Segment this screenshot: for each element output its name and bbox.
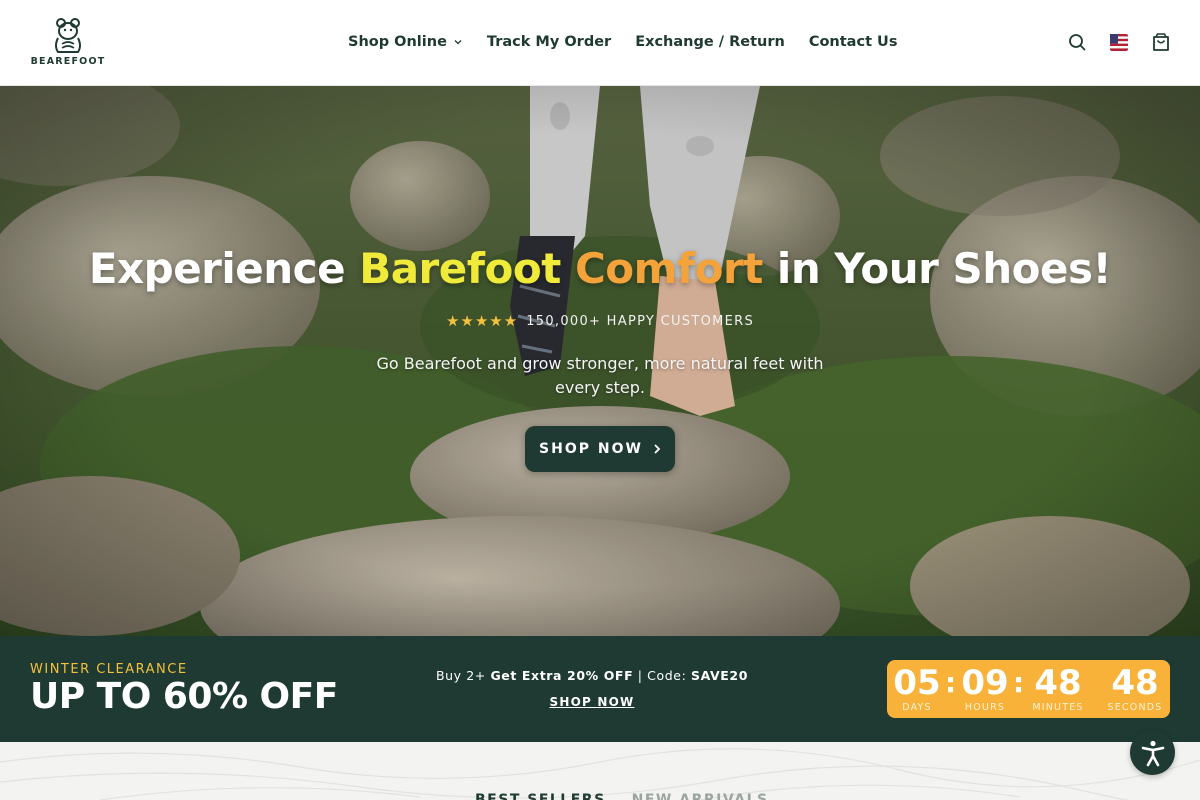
countdown-seconds-value: 48: [1111, 663, 1159, 703]
search-icon[interactable]: [1068, 32, 1086, 52]
hero-title-highlight-orange: Comfort: [574, 244, 763, 293]
nav-track-order-label: Track My Order: [486, 34, 612, 50]
countdown-minutes-value: 48: [1034, 663, 1082, 703]
countdown-seconds: 48 SECONDS: [1105, 662, 1165, 713]
accessibility-icon: [1141, 740, 1164, 766]
hero-title-part1: Experience: [88, 244, 360, 293]
countdown-timer: 05 DAYS : 09 HOURS : 48 MINUTES 48 SECON…: [887, 660, 1170, 718]
promo-kicker: WINTER CLEARANCE: [30, 662, 188, 677]
promo-bar: WINTER CLEARANCE UP TO 60% OFF Buy 2+ Ge…: [0, 636, 1200, 742]
countdown-separator: :: [1013, 666, 1025, 699]
offer-bold: Get Extra 20% OFF: [490, 668, 634, 683]
product-section: BEST SELLERS NEW ARRIVALS: [0, 742, 1200, 800]
star-rating-icon: ★★★★★: [445, 313, 519, 330]
bear-logo-icon: [55, 18, 81, 53]
offer-code: SAVE20: [690, 668, 749, 683]
main-nav: Shop Online Track My Order Exchange / Re…: [348, 30, 897, 54]
nav-shop-online-label: Shop Online: [348, 34, 447, 50]
hero-title: Experience Barefoot Comfort in Your Shoe…: [0, 244, 1200, 293]
tab-best-sellers[interactable]: BEST SELLERS: [475, 792, 606, 800]
countdown-minutes: 48 MINUTES: [1028, 662, 1088, 713]
site-header: BEAREFOOT Shop Online Track My Order Exc…: [0, 0, 1200, 86]
shopping-bag-icon[interactable]: [1152, 32, 1170, 52]
countdown-days-value: 05: [893, 663, 941, 703]
shop-now-button[interactable]: SHOP NOW: [525, 426, 675, 472]
rating-text: 150,000+ HAPPY CUSTOMERS: [526, 313, 755, 329]
hero-title-part3: in Your Shoes!: [776, 244, 1112, 293]
brand-logo[interactable]: BEAREFOOT: [30, 16, 106, 70]
hero-title-highlight-yellow: Barefoot: [359, 244, 561, 293]
chevron-down-icon: [454, 40, 462, 45]
promo-shop-now-link[interactable]: SHOP NOW: [392, 695, 792, 709]
hero-banner: Experience Barefoot Comfort in Your Shoe…: [0, 86, 1200, 636]
countdown-hours-value: 09: [961, 663, 1009, 703]
promo-headline: UP TO 60% OFF: [30, 676, 338, 717]
shop-now-label: SHOP NOW: [539, 441, 643, 457]
promo-offer: Buy 2+ Get Extra 20% OFF | Code: SAVE20: [392, 668, 792, 683]
us-flag-icon[interactable]: [1110, 34, 1128, 51]
countdown-days: 05 DAYS: [887, 662, 947, 713]
hero-subtitle: Go Bearefoot and grow stronger, more nat…: [376, 354, 824, 397]
nav-track-order[interactable]: Track My Order: [487, 30, 611, 54]
brand-name: BEAREFOOT: [30, 56, 106, 67]
nav-exchange-return-label: Exchange / Return: [635, 34, 785, 50]
offer-prefix: Buy 2+: [435, 668, 491, 683]
countdown-hours: 09 HOURS: [955, 662, 1015, 713]
offer-mid: | Code:: [633, 668, 691, 683]
nav-contact-us-label: Contact Us: [808, 34, 898, 50]
countdown-minutes-label: MINUTES: [1032, 702, 1084, 713]
chevron-right-icon: [654, 444, 661, 454]
countdown-seconds-label: SECONDS: [1107, 702, 1163, 713]
nav-exchange-return[interactable]: Exchange / Return: [635, 30, 785, 54]
product-tabs: BEST SELLERS NEW ARRIVALS: [475, 792, 769, 800]
nav-contact-us[interactable]: Contact Us: [809, 30, 898, 54]
accessibility-button[interactable]: [1130, 730, 1175, 775]
nav-shop-online[interactable]: Shop Online: [348, 30, 463, 54]
customer-rating: ★★★★★ 150,000+ HAPPY CUSTOMERS: [0, 312, 1200, 330]
tab-new-arrivals[interactable]: NEW ARRIVALS: [632, 792, 769, 800]
